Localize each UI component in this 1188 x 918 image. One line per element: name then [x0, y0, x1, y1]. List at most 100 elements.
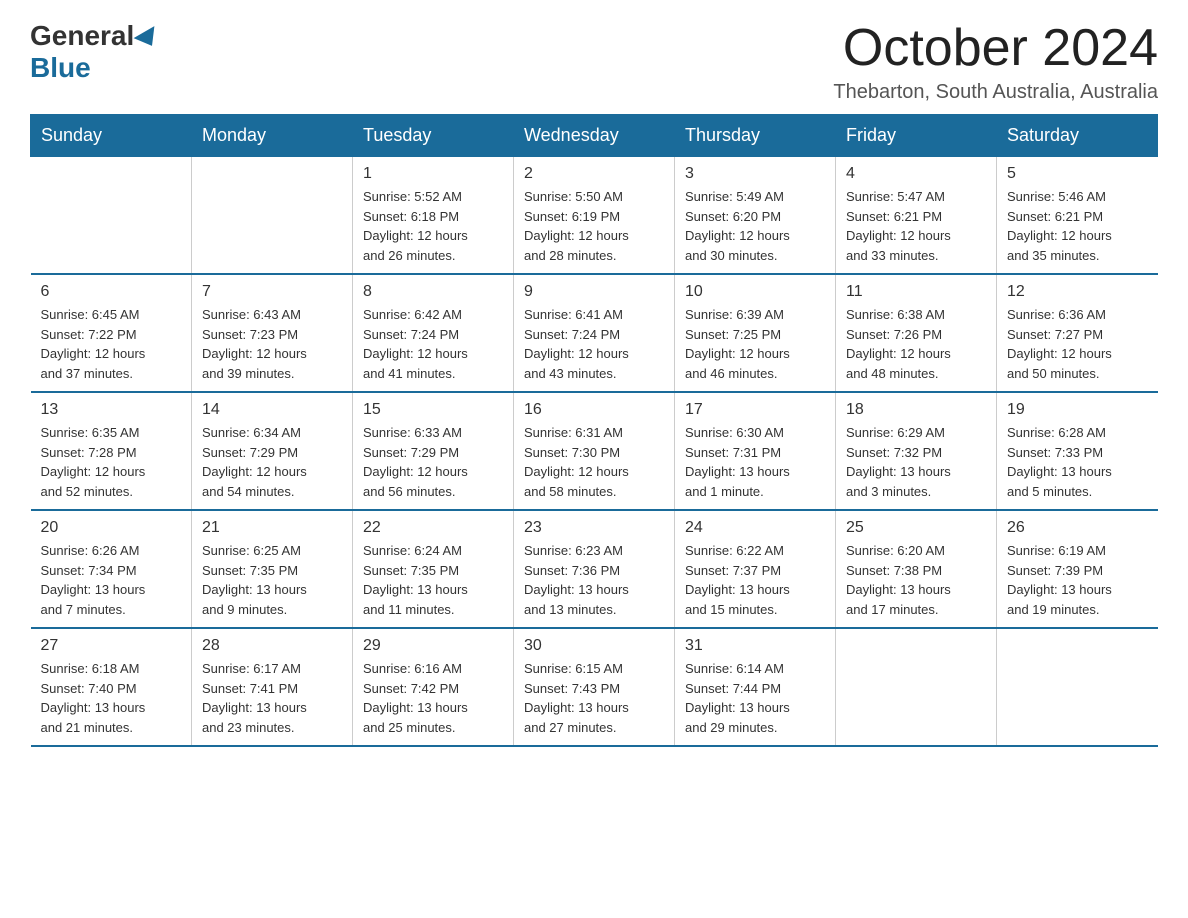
calendar-cell: 14 Sunrise: 6:34 AMSunset: 7:29 PMDayligh… [192, 392, 353, 510]
calendar-cell [836, 628, 997, 746]
day-number: 1 [363, 165, 503, 183]
day-number: 3 [685, 165, 825, 183]
calendar-cell: 2 Sunrise: 5:50 AMSunset: 6:19 PMDaylight… [514, 157, 675, 275]
day-info: Sunrise: 6:38 AMSunset: 7:26 PMDaylight:… [846, 305, 986, 383]
logo-general-text: General [30, 20, 134, 52]
day-number: 8 [363, 283, 503, 301]
calendar-table: SundayMondayTuesdayWednesdayThursdayFrid… [30, 114, 1158, 747]
weekday-header-sunday: Sunday [31, 115, 192, 157]
day-info: Sunrise: 6:16 AMSunset: 7:42 PMDaylight:… [363, 659, 503, 737]
weekday-header-monday: Monday [192, 115, 353, 157]
calendar-cell [997, 628, 1158, 746]
calendar-cell: 7 Sunrise: 6:43 AMSunset: 7:23 PMDaylight… [192, 274, 353, 392]
day-info: Sunrise: 6:19 AMSunset: 7:39 PMDaylight:… [1007, 541, 1148, 619]
day-info: Sunrise: 6:39 AMSunset: 7:25 PMDaylight:… [685, 305, 825, 383]
week-row-2: 6Sunrise: 6:45 AMSunset: 7:22 PMDaylight… [31, 274, 1158, 392]
day-number: 14 [202, 401, 342, 419]
day-number: 19 [1007, 401, 1148, 419]
day-info: Sunrise: 6:24 AMSunset: 7:35 PMDaylight:… [363, 541, 503, 619]
day-number: 25 [846, 519, 986, 537]
calendar-cell [31, 157, 192, 275]
calendar-cell: 10 Sunrise: 6:39 AMSunset: 7:25 PMDayligh… [675, 274, 836, 392]
calendar-cell: 4 Sunrise: 5:47 AMSunset: 6:21 PMDaylight… [836, 157, 997, 275]
day-number: 18 [846, 401, 986, 419]
calendar-cell: 8Sunrise: 6:42 AMSunset: 7:24 PMDaylight… [353, 274, 514, 392]
calendar-cell: 29 Sunrise: 6:16 AMSunset: 7:42 PMDayligh… [353, 628, 514, 746]
day-info: Sunrise: 5:47 AMSunset: 6:21 PMDaylight:… [846, 187, 986, 265]
day-info: Sunrise: 5:52 AMSunset: 6:18 PMDaylight:… [363, 187, 503, 265]
day-number: 2 [524, 165, 664, 183]
calendar-cell: 22 Sunrise: 6:24 AMSunset: 7:35 PMDayligh… [353, 510, 514, 628]
calendar-cell: 21Sunrise: 6:25 AMSunset: 7:35 PMDayligh… [192, 510, 353, 628]
day-number: 28 [202, 637, 342, 655]
weekday-header-row: SundayMondayTuesdayWednesdayThursdayFrid… [31, 115, 1158, 157]
day-number: 31 [685, 637, 825, 655]
calendar-cell [192, 157, 353, 275]
month-year-title: October 2024 [833, 20, 1158, 77]
calendar-cell: 23 Sunrise: 6:23 AMSunset: 7:36 PMDayligh… [514, 510, 675, 628]
day-number: 20 [41, 519, 182, 537]
calendar-cell: 18 Sunrise: 6:29 AMSunset: 7:32 PMDayligh… [836, 392, 997, 510]
day-info: Sunrise: 5:46 AMSunset: 6:21 PMDaylight:… [1007, 187, 1148, 265]
calendar-cell: 19Sunrise: 6:28 AMSunset: 7:33 PMDayligh… [997, 392, 1158, 510]
day-info: Sunrise: 6:30 AMSunset: 7:31 PMDaylight:… [685, 423, 825, 501]
calendar-cell: 15 Sunrise: 6:33 AMSunset: 7:29 PMDayligh… [353, 392, 514, 510]
weekday-header-saturday: Saturday [997, 115, 1158, 157]
day-info: Sunrise: 6:17 AMSunset: 7:41 PMDaylight:… [202, 659, 342, 737]
calendar-cell: 5Sunrise: 5:46 AMSunset: 6:21 PMDaylight… [997, 157, 1158, 275]
day-info: Sunrise: 6:29 AMSunset: 7:32 PMDaylight:… [846, 423, 986, 501]
calendar-cell: 25 Sunrise: 6:20 AMSunset: 7:38 PMDayligh… [836, 510, 997, 628]
day-info: Sunrise: 6:35 AMSunset: 7:28 PMDaylight:… [41, 423, 182, 501]
calendar-cell: 1 Sunrise: 5:52 AMSunset: 6:18 PMDaylight… [353, 157, 514, 275]
weekday-header-friday: Friday [836, 115, 997, 157]
day-number: 23 [524, 519, 664, 537]
day-info: Sunrise: 6:18 AMSunset: 7:40 PMDaylight:… [41, 659, 182, 737]
week-row-1: 1 Sunrise: 5:52 AMSunset: 6:18 PMDaylight… [31, 157, 1158, 275]
day-info: Sunrise: 6:22 AMSunset: 7:37 PMDaylight:… [685, 541, 825, 619]
day-info: Sunrise: 6:36 AMSunset: 7:27 PMDaylight:… [1007, 305, 1148, 383]
day-info: Sunrise: 5:49 AMSunset: 6:20 PMDaylight:… [685, 187, 825, 265]
day-number: 24 [685, 519, 825, 537]
calendar-cell: 28 Sunrise: 6:17 AMSunset: 7:41 PMDayligh… [192, 628, 353, 746]
day-info: Sunrise: 6:23 AMSunset: 7:36 PMDaylight:… [524, 541, 664, 619]
day-info: Sunrise: 6:31 AMSunset: 7:30 PMDaylight:… [524, 423, 664, 501]
day-info: Sunrise: 6:33 AMSunset: 7:29 PMDaylight:… [363, 423, 503, 501]
day-number: 21 [202, 519, 342, 537]
day-number: 13 [41, 401, 182, 419]
day-number: 11 [846, 283, 986, 301]
logo-arrow-icon [134, 26, 163, 52]
calendar-cell: 31 Sunrise: 6:14 AMSunset: 7:44 PMDayligh… [675, 628, 836, 746]
day-number: 16 [524, 401, 664, 419]
calendar-cell: 20Sunrise: 6:26 AMSunset: 7:34 PMDayligh… [31, 510, 192, 628]
day-number: 15 [363, 401, 503, 419]
day-info: Sunrise: 6:45 AMSunset: 7:22 PMDaylight:… [41, 305, 182, 383]
day-info: Sunrise: 6:20 AMSunset: 7:38 PMDaylight:… [846, 541, 986, 619]
day-info: Sunrise: 5:50 AMSunset: 6:19 PMDaylight:… [524, 187, 664, 265]
day-info: Sunrise: 6:41 AMSunset: 7:24 PMDaylight:… [524, 305, 664, 383]
day-info: Sunrise: 6:34 AMSunset: 7:29 PMDaylight:… [202, 423, 342, 501]
calendar-cell: 30Sunrise: 6:15 AMSunset: 7:43 PMDayligh… [514, 628, 675, 746]
calendar-cell: 9 Sunrise: 6:41 AMSunset: 7:24 PMDaylight… [514, 274, 675, 392]
day-number: 29 [363, 637, 503, 655]
day-number: 7 [202, 283, 342, 301]
calendar-cell: 12 Sunrise: 6:36 AMSunset: 7:27 PMDayligh… [997, 274, 1158, 392]
day-info: Sunrise: 6:14 AMSunset: 7:44 PMDaylight:… [685, 659, 825, 737]
calendar-cell: 6Sunrise: 6:45 AMSunset: 7:22 PMDaylight… [31, 274, 192, 392]
logo: General Blue [30, 20, 162, 84]
page-header: General Blue October 2024 Thebarton, Sou… [30, 20, 1158, 104]
calendar-cell: 17 Sunrise: 6:30 AMSunset: 7:31 PMDayligh… [675, 392, 836, 510]
weekday-header-tuesday: Tuesday [353, 115, 514, 157]
day-number: 22 [363, 519, 503, 537]
day-info: Sunrise: 6:43 AMSunset: 7:23 PMDaylight:… [202, 305, 342, 383]
day-number: 26 [1007, 519, 1148, 537]
day-number: 17 [685, 401, 825, 419]
day-number: 4 [846, 165, 986, 183]
calendar-cell: 11 Sunrise: 6:38 AMSunset: 7:26 PMDayligh… [836, 274, 997, 392]
calendar-cell: 24 Sunrise: 6:22 AMSunset: 7:37 PMDayligh… [675, 510, 836, 628]
day-number: 10 [685, 283, 825, 301]
day-number: 12 [1007, 283, 1148, 301]
calendar-cell: 13 Sunrise: 6:35 AMSunset: 7:28 PMDayligh… [31, 392, 192, 510]
calendar-cell: 3 Sunrise: 5:49 AMSunset: 6:20 PMDaylight… [675, 157, 836, 275]
calendar-cell: 27Sunrise: 6:18 AMSunset: 7:40 PMDayligh… [31, 628, 192, 746]
day-number: 9 [524, 283, 664, 301]
